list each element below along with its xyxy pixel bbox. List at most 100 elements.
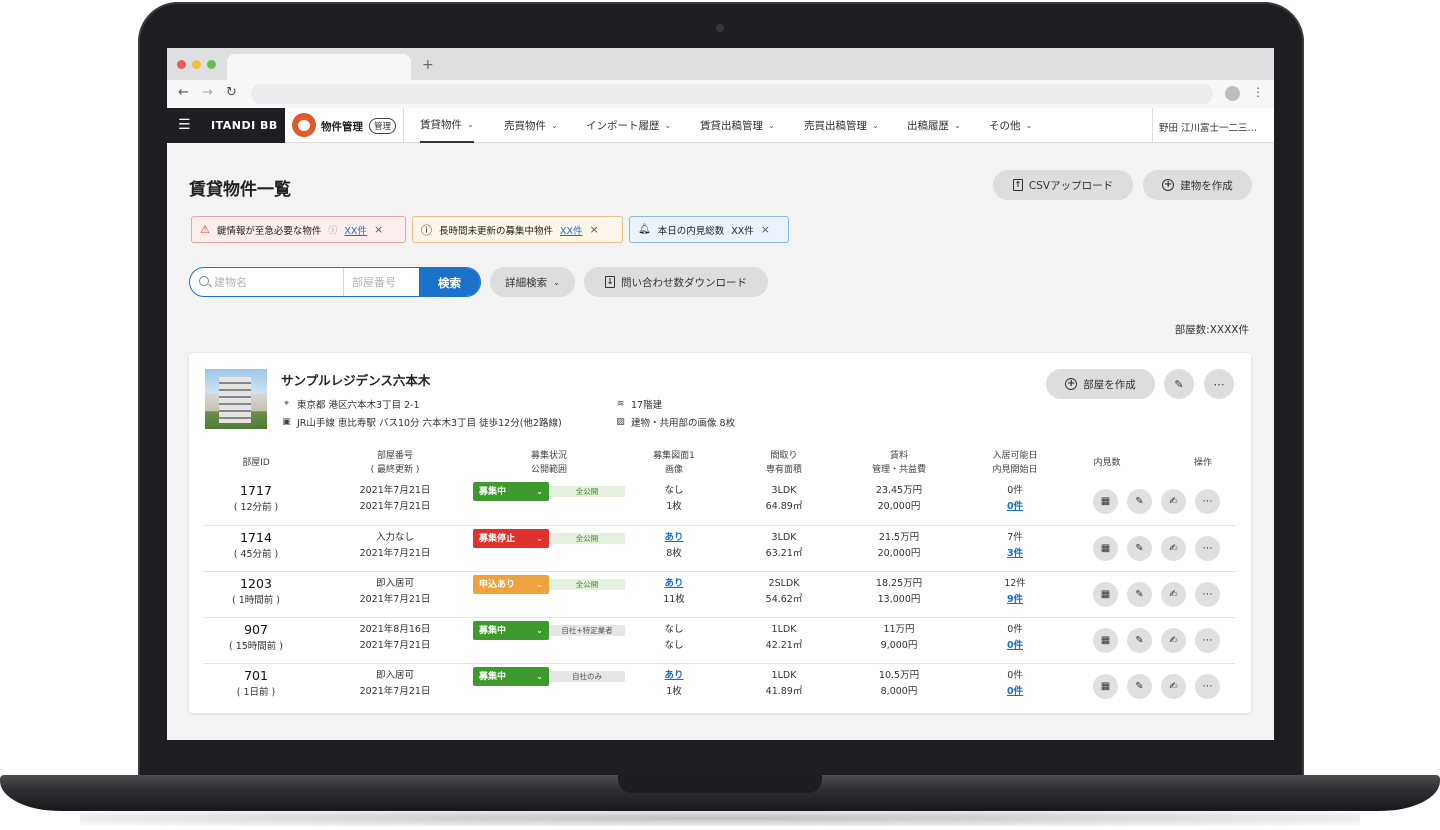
- alert-today-viewings[interactable]: 🔔︎ 本日の内見総数 XX件 ×: [629, 216, 789, 243]
- more-icon[interactable]: ⋯: [1195, 536, 1220, 561]
- profile-avatar[interactable]: [1225, 86, 1240, 101]
- viewing-count-link[interactable]: 0件: [1007, 684, 1023, 700]
- edit-icon[interactable]: ✎: [1127, 628, 1152, 653]
- app-switcher[interactable]: 物件管理 管理: [285, 108, 405, 143]
- rent-value: 23.45万円: [875, 485, 923, 496]
- edit-note-icon[interactable]: ✍: [1161, 674, 1186, 699]
- more-icon[interactable]: ⋯: [1195, 582, 1220, 607]
- status-dropdown[interactable]: 募集中 ⌄: [473, 667, 549, 686]
- browser-menu-icon[interactable]: ⋮: [1252, 85, 1264, 99]
- header-line: 部屋ID: [242, 458, 270, 468]
- alert-count-link[interactable]: XX件: [560, 223, 583, 237]
- alert-count-link[interactable]: XX件: [344, 223, 367, 237]
- create-room-button[interactable]: + 部屋を作成: [1046, 369, 1155, 399]
- search-button[interactable]: 検索: [419, 268, 480, 296]
- edit-icon[interactable]: ✎: [1164, 369, 1194, 399]
- status-dropdown[interactable]: 申込あり ⌄: [473, 575, 549, 594]
- menu-rental[interactable]: 賃貸物件 ⌄: [420, 108, 474, 143]
- menu-import-history[interactable]: インポート履歴 ⌄: [586, 108, 671, 143]
- csv-upload-label: CSVアップロード: [1028, 179, 1114, 192]
- more-icon[interactable]: ⋯: [1204, 369, 1234, 399]
- menu-other[interactable]: その他 ⌄: [989, 108, 1032, 143]
- edit-icon[interactable]: ✎: [1127, 582, 1152, 607]
- menu-sale[interactable]: 売買物件 ⌄: [504, 108, 558, 143]
- menu-rental-publish[interactable]: 賃貸出稿管理 ⌄: [700, 108, 775, 143]
- room-number-cell: 入力なし 2021年7月21日: [360, 530, 431, 562]
- inquiry-download-button[interactable]: ↓ 問い合わせ数ダウンロード: [584, 267, 768, 297]
- status-dropdown[interactable]: 募集中 ⌄: [473, 621, 549, 640]
- property-address: ⌖ 東京都 港区六本木3丁目 2-1: [281, 397, 420, 411]
- menu-sale-publish[interactable]: 売買出稿管理 ⌄: [804, 108, 879, 143]
- calendar-icon[interactable]: ▦: [1093, 536, 1118, 561]
- table-row[interactable]: 1714 ( 45分前 ) 入力なし 2021年7月21日 募集停止 ⌄ 全公開 あり 8…: [203, 525, 1235, 571]
- edit-icon[interactable]: ✎: [1127, 674, 1152, 699]
- edit-note-icon[interactable]: ✍: [1161, 628, 1186, 653]
- table-row[interactable]: 907 ( 15時間前 ) 2021年8月16日 2021年7月21日 募集中 ⌄ 自社…: [203, 617, 1235, 663]
- edit-note-icon[interactable]: ✍: [1161, 536, 1186, 561]
- room-id[interactable]: 701: [237, 667, 276, 685]
- more-icon[interactable]: ⋯: [1195, 674, 1220, 699]
- table-row[interactable]: 1717 ( 12分前 ) 2021年7月21日 2021年7月21日 募集中 ⌄ 全公…: [203, 479, 1235, 525]
- property-name[interactable]: サンプルレジデンス六本木: [281, 370, 430, 389]
- hamburger-menu-icon[interactable]: ☰: [178, 117, 191, 133]
- calendar-icon[interactable]: ▦: [1093, 628, 1118, 653]
- reload-icon[interactable]: ↻: [226, 85, 237, 100]
- calendar-icon[interactable]: ▦: [1093, 582, 1118, 607]
- edit-note-icon[interactable]: ✍: [1161, 582, 1186, 607]
- last-updated: 2021年7月21日: [359, 686, 431, 697]
- new-tab-button[interactable]: +: [422, 57, 434, 73]
- user-menu[interactable]: 野田 江川富士一二三…: [1152, 108, 1274, 143]
- edit-note-icon[interactable]: ✍: [1161, 489, 1186, 514]
- forward-arrow-icon[interactable]: →: [202, 85, 213, 100]
- viewing-count-link[interactable]: 3件: [1007, 546, 1023, 562]
- header-line: 募集図面1: [653, 451, 695, 461]
- calendar-icon[interactable]: ▦: [1093, 674, 1118, 699]
- room-id-cell: 1203 ( 1時間前 ): [232, 575, 280, 609]
- calendar-icon[interactable]: ▦: [1093, 489, 1118, 514]
- more-icon[interactable]: ⋯: [1195, 628, 1220, 653]
- layout-cell: 3LDK 63.21㎡: [766, 530, 803, 562]
- status-dropdown[interactable]: 募集中 ⌄: [473, 482, 549, 501]
- more-icon[interactable]: ⋯: [1195, 489, 1220, 514]
- minimize-window-icon[interactable]: [192, 60, 201, 69]
- back-arrow-icon[interactable]: ←: [178, 85, 189, 100]
- room-id[interactable]: 1203: [232, 575, 280, 593]
- chevron-down-icon: ⌄: [551, 121, 558, 130]
- search-bar: 検索: [189, 267, 481, 297]
- updated-ago: ( 15時間前 ): [228, 641, 284, 652]
- table-row[interactable]: 701( 1日前 ) 即入居可 2021年7月21日 募集中 ⌄ 自社のみ あり 1枚 …: [203, 663, 1235, 709]
- help-icon[interactable]: ⓘ: [328, 223, 337, 236]
- building-name-input[interactable]: [214, 276, 339, 289]
- browser-tab[interactable]: [227, 54, 411, 80]
- maximize-window-icon[interactable]: [207, 60, 216, 69]
- alert-stale-listings[interactable]: ⓘ 長時間未更新の募集中物件 XX件 ×: [412, 216, 623, 243]
- table-row[interactable]: 1203 ( 1時間前 ) 即入居可 2021年7月21日 申込あり ⌄ 全公開 あり 1…: [203, 571, 1235, 617]
- advanced-search-button[interactable]: 詳細検索 ⌄: [490, 267, 575, 297]
- close-icon[interactable]: ×: [761, 223, 770, 236]
- room-number-input[interactable]: [352, 276, 420, 289]
- edit-icon[interactable]: ✎: [1127, 489, 1152, 514]
- alert-urgent-keys[interactable]: ⚠ 鍵情報が至急必要な物件 ⓘ XX件 ×: [191, 216, 406, 243]
- building-thumbnail[interactable]: [205, 369, 267, 429]
- menu-publish-history[interactable]: 出稿履歴 ⌄: [907, 108, 961, 143]
- brand-logo[interactable]: ITANDI BB: [211, 119, 278, 132]
- address-bar[interactable]: [251, 84, 1213, 104]
- viewing-count-link[interactable]: 9件: [1004, 592, 1026, 608]
- room-id[interactable]: 907: [229, 621, 283, 639]
- close-icon[interactable]: ×: [374, 223, 383, 236]
- status-dropdown[interactable]: 募集停止 ⌄: [473, 529, 549, 548]
- updated-ago: ( 12分前 ): [233, 502, 279, 513]
- csv-upload-button[interactable]: ↑ CSVアップロード: [993, 170, 1133, 200]
- plan-link[interactable]: あり: [663, 576, 685, 592]
- edit-icon[interactable]: ✎: [1127, 536, 1152, 561]
- close-window-icon[interactable]: [177, 60, 186, 69]
- viewing-count-link[interactable]: 0件: [1007, 638, 1023, 654]
- room-id[interactable]: 1717: [234, 482, 279, 500]
- chevron-down-icon: ⌄: [872, 121, 879, 130]
- plan-link[interactable]: あり: [664, 668, 683, 684]
- close-icon[interactable]: ×: [590, 223, 599, 236]
- plan-link[interactable]: あり: [664, 530, 683, 546]
- viewing-count-link[interactable]: 0件: [1007, 499, 1023, 515]
- room-id[interactable]: 1714: [234, 529, 279, 547]
- create-building-button[interactable]: + 建物を作成: [1143, 170, 1252, 200]
